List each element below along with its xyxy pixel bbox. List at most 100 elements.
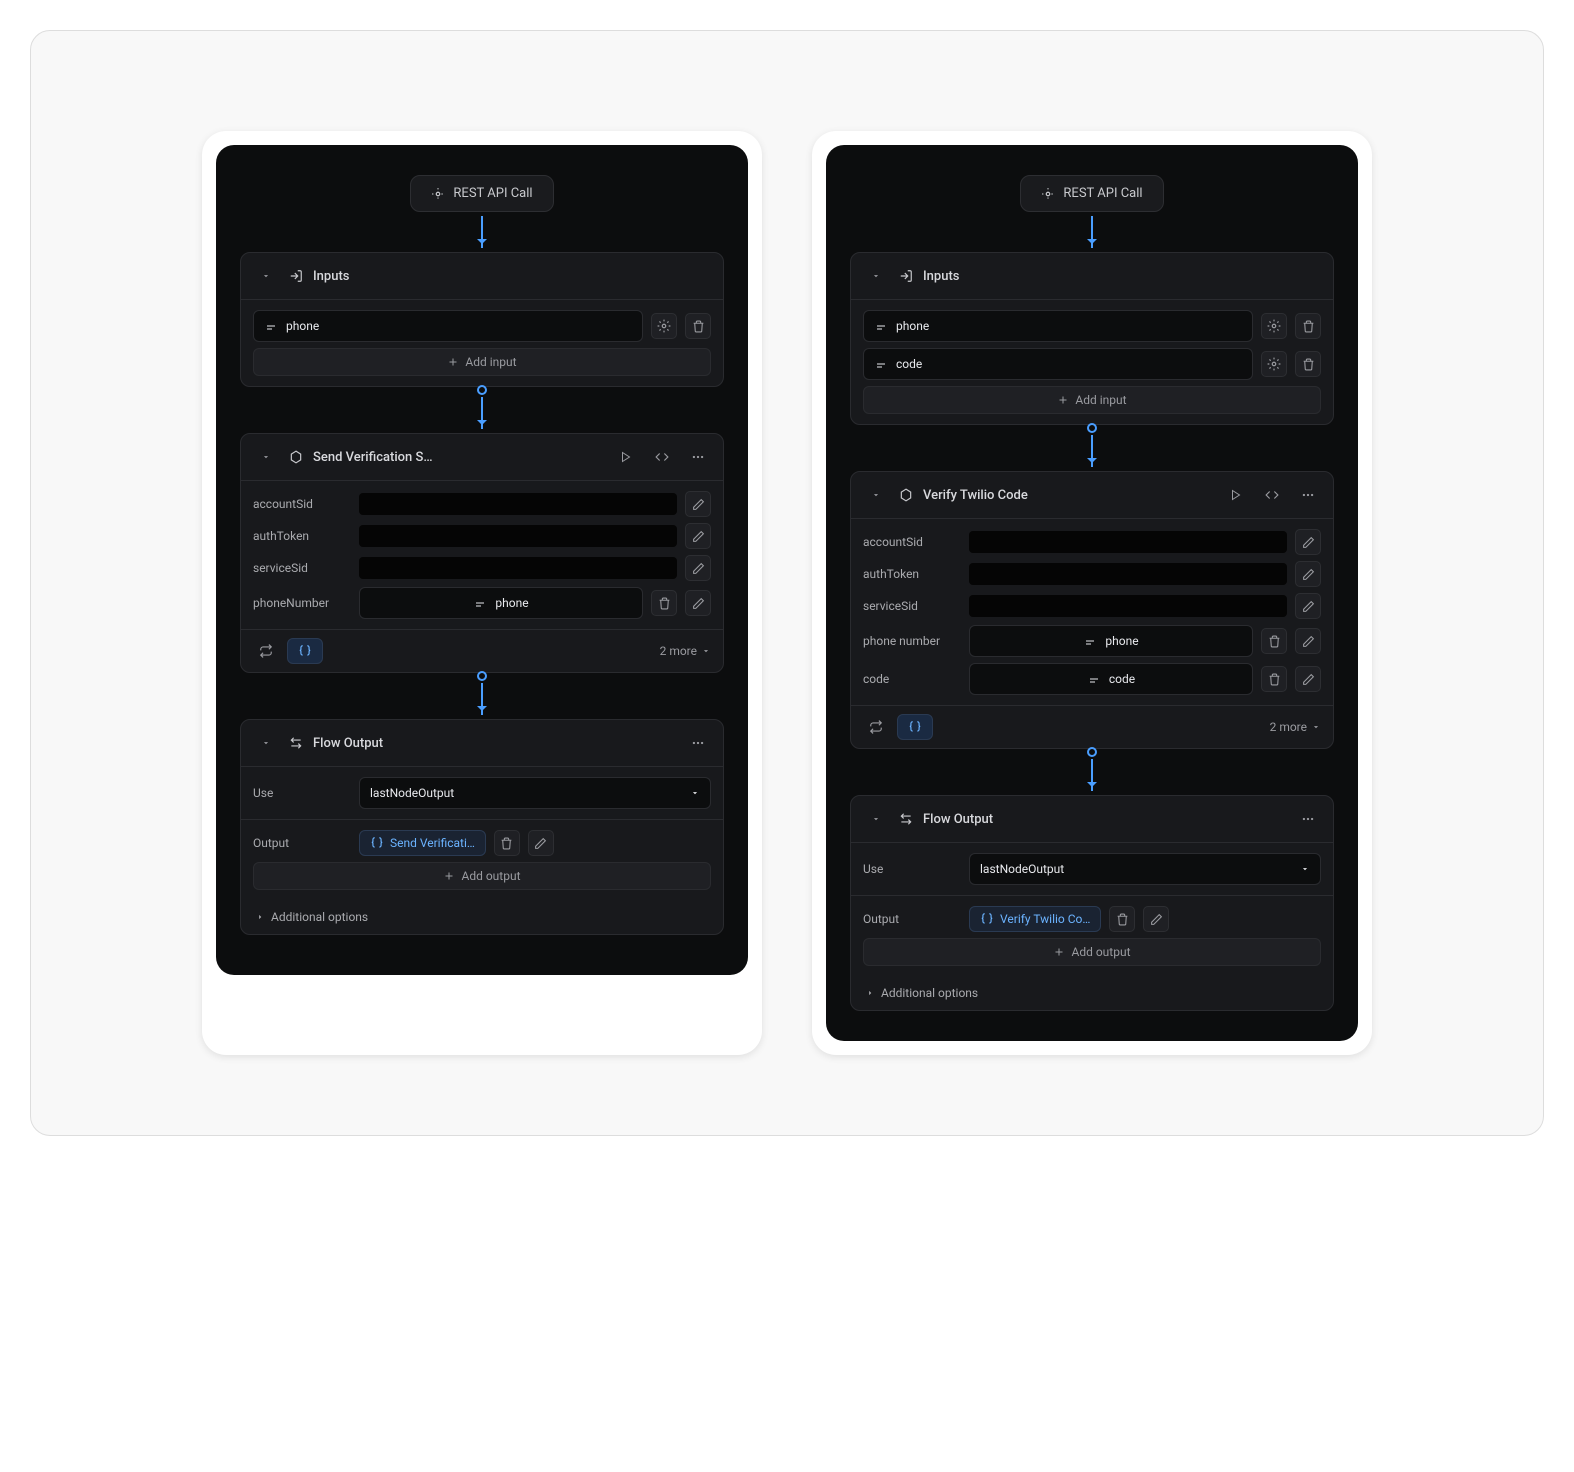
additional-options[interactable]: Additional options (851, 976, 1333, 1010)
inputs-card: Inputs phone code Add input (850, 252, 1334, 425)
delete-button[interactable] (1295, 313, 1321, 339)
secret-value[interactable] (359, 525, 677, 547)
swap-icon (899, 812, 913, 826)
collapse-toggle[interactable] (253, 444, 279, 470)
secret-value[interactable] (359, 493, 677, 515)
edit-button[interactable] (1295, 529, 1321, 555)
delete-button[interactable] (1261, 666, 1287, 692)
code-button[interactable] (1259, 482, 1285, 508)
input-field[interactable]: code (863, 348, 1253, 380)
edit-button[interactable] (685, 523, 711, 549)
param-row: authToken (253, 523, 711, 549)
use-select[interactable]: lastNodeOutput (359, 777, 711, 809)
param-value[interactable]: code (969, 663, 1253, 695)
edit-button[interactable] (1295, 561, 1321, 587)
edit-button[interactable] (1295, 593, 1321, 619)
settings-button[interactable] (1261, 351, 1287, 377)
additional-options[interactable]: Additional options (241, 900, 723, 934)
use-select[interactable]: lastNodeOutput (969, 853, 1321, 885)
delete-button[interactable] (651, 590, 677, 616)
login-icon (899, 269, 913, 283)
edit-button[interactable] (685, 491, 711, 517)
text-icon (874, 319, 888, 333)
input-field[interactable]: phone (253, 310, 643, 342)
secret-value[interactable] (969, 563, 1287, 585)
collapse-toggle[interactable] (863, 263, 889, 289)
connector-dot (1087, 423, 1097, 433)
panel-send: REST API Call Inputs phone Add input Sen… (202, 131, 762, 1055)
param-row: serviceSid (863, 593, 1321, 619)
text-icon (1087, 672, 1101, 686)
connector-arrow (1091, 435, 1093, 467)
collapse-toggle[interactable] (863, 806, 889, 832)
text-icon (264, 319, 278, 333)
login-icon (289, 269, 303, 283)
edit-button[interactable] (685, 555, 711, 581)
settings-button[interactable] (1261, 313, 1287, 339)
delete-button[interactable] (1109, 906, 1135, 932)
text-icon (473, 596, 487, 610)
code-button[interactable] (649, 444, 675, 470)
collapse-toggle[interactable] (253, 730, 279, 756)
edit-button[interactable] (1143, 906, 1169, 932)
loop-button[interactable] (863, 714, 889, 740)
input-row: code (863, 348, 1321, 380)
param-row: accountSid (253, 491, 711, 517)
secret-value[interactable] (359, 557, 677, 579)
output-reference[interactable]: Send Verificati… (359, 830, 486, 856)
add-input-button[interactable]: Add input (863, 386, 1321, 414)
connector-arrow (1091, 759, 1093, 791)
swap-icon (289, 736, 303, 750)
param-value[interactable]: phone (359, 587, 643, 619)
run-button[interactable] (613, 444, 639, 470)
delete-button[interactable] (1261, 628, 1287, 654)
param-row: phoneNumberphone (253, 587, 711, 619)
add-output-button[interactable]: Add output (253, 862, 711, 890)
rest-api-trigger[interactable]: REST API Call (410, 175, 553, 212)
input-row: phone (863, 310, 1321, 342)
param-row: accountSid (863, 529, 1321, 555)
target-icon (1041, 187, 1055, 201)
param-row: phone numberphone (863, 625, 1321, 657)
more-button[interactable] (1295, 482, 1321, 508)
add-output-button[interactable]: Add output (863, 938, 1321, 966)
flow-output-card: Flow Output Use lastNodeOutput Output Se… (240, 719, 724, 935)
input-field[interactable]: phone (863, 310, 1253, 342)
run-button[interactable] (1223, 482, 1249, 508)
flow-output-card: Flow Output Use lastNodeOutput Output Ve… (850, 795, 1334, 1011)
collapse-toggle[interactable] (253, 263, 279, 289)
add-input-button[interactable]: Add input (253, 348, 711, 376)
connector-dot (477, 671, 487, 681)
collapse-toggle[interactable] (863, 482, 889, 508)
param-row: serviceSid (253, 555, 711, 581)
secret-value[interactable] (969, 531, 1287, 553)
inputs-card: Inputs phone Add input (240, 252, 724, 387)
delete-button[interactable] (494, 830, 520, 856)
edit-button[interactable] (685, 590, 711, 616)
panel-verify: REST API Call Inputs phone code Add inpu… (812, 131, 1372, 1055)
output-reference[interactable]: Verify Twilio Co… (969, 906, 1101, 932)
more-params[interactable]: 2 more (660, 644, 711, 658)
param-value[interactable]: phone (969, 625, 1253, 657)
connector-dot (477, 385, 487, 395)
more-params[interactable]: 2 more (1270, 720, 1321, 734)
more-button[interactable] (685, 730, 711, 756)
more-button[interactable] (1295, 806, 1321, 832)
output-schema-button[interactable] (897, 714, 933, 740)
rest-api-trigger[interactable]: REST API Call (1020, 175, 1163, 212)
edit-button[interactable] (528, 830, 554, 856)
delete-button[interactable] (1295, 351, 1321, 377)
node-card: Verify Twilio Code accountSid authToken … (850, 471, 1334, 749)
loop-button[interactable] (253, 638, 279, 664)
text-icon (874, 357, 888, 371)
param-row: authToken (863, 561, 1321, 587)
secret-value[interactable] (969, 595, 1287, 617)
output-schema-button[interactable] (287, 638, 323, 664)
target-icon (431, 187, 445, 201)
delete-button[interactable] (685, 313, 711, 339)
connector-arrow (481, 683, 483, 715)
edit-button[interactable] (1295, 666, 1321, 692)
edit-button[interactable] (1295, 628, 1321, 654)
more-button[interactable] (685, 444, 711, 470)
settings-button[interactable] (651, 313, 677, 339)
